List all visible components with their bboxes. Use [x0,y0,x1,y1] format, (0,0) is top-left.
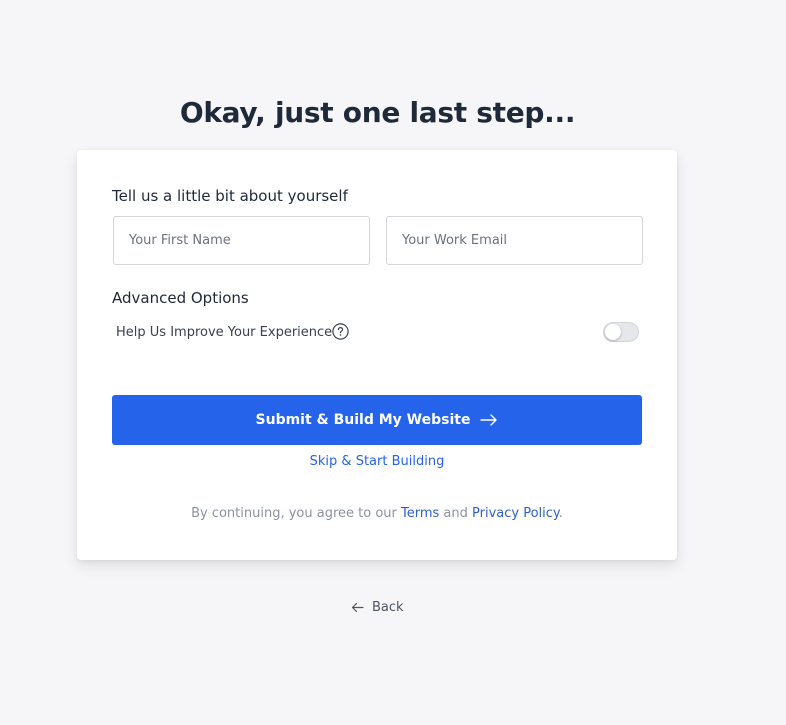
onboarding-card: Tell us a little bit about yourself Adva… [77,150,677,560]
skip-start-building-link[interactable]: Skip & Start Building [77,454,677,469]
legal-conjunction: and [439,506,473,521]
improve-experience-row: Help Us Improve Your Experience [116,322,639,344]
back-link[interactable]: Back [351,600,404,615]
arrow-right-icon [480,414,498,426]
toggle-knob [605,324,621,340]
submit-build-label: Submit & Build My Website [255,412,471,428]
work-email-input[interactable] [386,216,643,265]
legal-prefix: By continuing, you agree to our [191,506,401,521]
question-circle-icon[interactable] [332,323,349,340]
improve-experience-label: Help Us Improve Your Experience [116,325,333,340]
terms-link[interactable]: Terms [401,506,439,521]
back-label: Back [372,600,404,615]
arrow-left-icon [351,602,364,613]
improve-experience-toggle[interactable] [603,322,639,342]
legal-suffix: . [558,506,563,521]
submit-build-button[interactable]: Submit & Build My Website [112,395,642,445]
about-yourself-label: Tell us a little bit about yourself [112,187,348,205]
legal-notice: By continuing, you agree to our Terms an… [77,506,677,521]
privacy-policy-link[interactable]: Privacy Policy [472,506,559,521]
advanced-options-label: Advanced Options [112,289,249,307]
page-title: Okay, just one last step... [179,96,576,129]
first-name-input[interactable] [113,216,370,265]
